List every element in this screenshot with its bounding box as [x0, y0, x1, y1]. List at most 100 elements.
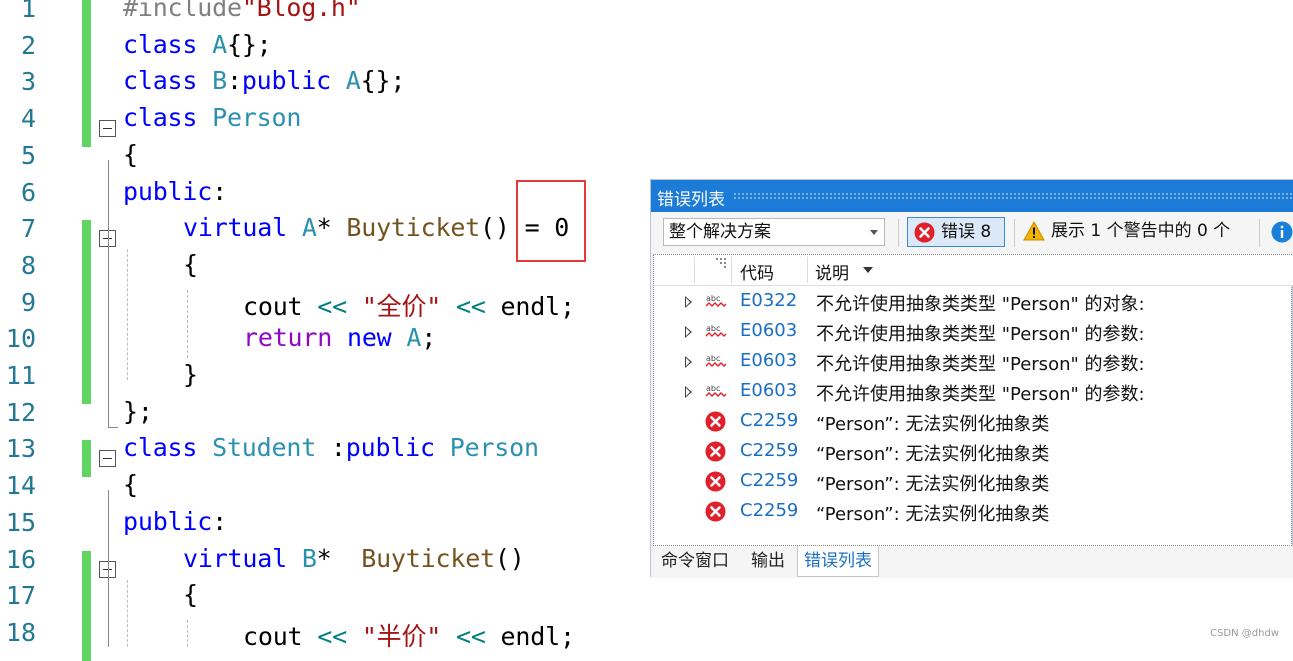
error-description: 不允许使用抽象类类型 "Person" 的参数:: [816, 384, 1145, 405]
code-token: <<: [455, 291, 486, 321]
error-icon: [914, 222, 935, 243]
change-indicator: [82, 220, 91, 258]
error-icon: [705, 441, 726, 466]
code-text: return new A;: [243, 323, 436, 352]
error-code[interactable]: C2259: [740, 500, 798, 521]
line-number: 17: [5, 581, 36, 611]
code-token: class: [123, 29, 213, 59]
code-token: Person: [449, 433, 539, 463]
code-text: {: [183, 580, 198, 609]
code-text: {: [123, 470, 138, 499]
code-token: Person: [212, 103, 302, 133]
error-code[interactable]: E0322: [740, 290, 797, 311]
line-number: 3: [20, 67, 36, 97]
sort-descending-icon[interactable]: [863, 267, 873, 273]
tab-error-list[interactable]: 错误列表: [797, 546, 879, 577]
errors-filter-button[interactable]: 错误 8: [907, 217, 1005, 247]
code-token: {: [183, 249, 198, 279]
error-row[interactable]: C2259 “Person”: 无法实例化抽象类: [654, 437, 1293, 467]
error-row[interactable]: abc E0603 不允许使用抽象类类型 "Person" 的参数:: [654, 377, 1293, 407]
code-token: };: [123, 396, 153, 426]
warnings-count-label: 展示 1 个警告中的 0 个: [1051, 221, 1231, 241]
error-code[interactable]: C2259: [740, 410, 798, 431]
collapse-icon[interactable]: [99, 450, 116, 468]
svg-text:abc: abc: [706, 384, 720, 393]
error-row[interactable]: C2259 “Person”: 无法实例化抽象类: [654, 467, 1293, 497]
error-icon: [705, 471, 726, 496]
info-icon[interactable]: [1271, 221, 1293, 243]
error-code[interactable]: E0603: [740, 320, 797, 341]
toolbar-separator: [1014, 219, 1015, 247]
error-description: “Person”: 无法实例化抽象类: [816, 474, 1050, 495]
code-line[interactable]: 18 cout << "半价" << endl;: [0, 618, 1293, 661]
header-separator: [694, 257, 695, 283]
code-text: #include"Blog.h": [123, 0, 361, 22]
toolbar-separator: [1259, 219, 1260, 247]
code-token: return: [243, 323, 347, 353]
code-line[interactable]: 4 class Person: [0, 103, 1293, 148]
error-row[interactable]: C2259 “Person”: 无法实例化抽象类: [654, 407, 1293, 437]
change-indicator: [82, 367, 91, 404]
change-indicator: [82, 623, 91, 661]
code-text: }: [183, 360, 198, 389]
warning-icon: [1023, 221, 1045, 241]
error-icon: [705, 501, 726, 526]
chevron-down-icon: [870, 230, 878, 235]
line-number: 12: [5, 397, 36, 427]
expand-arrow-icon[interactable]: [685, 386, 692, 398]
code-token: A: [406, 323, 422, 353]
column-header-code[interactable]: 代码: [740, 259, 774, 284]
line-number: 8: [20, 250, 36, 280]
code-token: virtual: [183, 543, 302, 573]
panel-title-bar[interactable]: 错误列表: [651, 180, 1293, 212]
code-text: {: [183, 250, 198, 279]
expand-arrow-icon[interactable]: [685, 296, 692, 308]
line-number: 14: [5, 471, 36, 501]
code-token: :: [226, 66, 242, 96]
line-number: 4: [20, 104, 36, 134]
error-code[interactable]: C2259: [740, 470, 798, 491]
outline-guide-end: [108, 427, 118, 428]
code-token: Student: [212, 433, 331, 463]
change-indicator: [82, 0, 91, 37]
error-row[interactable]: abc E0322 不允许使用抽象类类型 "Person" 的对象:: [654, 287, 1293, 317]
intellisense-squiggle-icon: abc: [705, 292, 727, 314]
error-row[interactable]: abc E0603 不允许使用抽象类类型 "Person" 的参数:: [654, 317, 1293, 347]
code-text: virtual B* Buyticket(): [183, 544, 525, 573]
collapse-icon[interactable]: [99, 120, 116, 138]
panel-title: 错误列表: [657, 190, 725, 210]
expand-arrow-icon[interactable]: [685, 326, 692, 338]
error-code[interactable]: E0603: [740, 380, 797, 401]
code-token: *: [316, 213, 347, 243]
code-line[interactable]: 17 {: [0, 580, 1293, 625]
header-separator: [807, 257, 808, 283]
error-icon: [705, 411, 726, 436]
code-text: public:: [123, 177, 227, 206]
tab-output[interactable]: 输出: [751, 546, 785, 576]
panel-tab-strip: 命令窗口 输出 错误列表: [651, 546, 1293, 578]
code-token: :: [212, 176, 227, 206]
line-number: 2: [20, 30, 36, 60]
code-token: *: [316, 543, 362, 573]
error-row[interactable]: C2259 “Person”: 无法实例化抽象类: [654, 497, 1293, 527]
column-grip-icon: [716, 258, 726, 268]
code-token: {: [183, 580, 198, 610]
code-token: #include: [123, 0, 242, 22]
code-token: {};: [360, 66, 406, 96]
expand-arrow-icon[interactable]: [685, 356, 692, 368]
error-code[interactable]: E0603: [740, 350, 797, 371]
code-token: class: [123, 433, 213, 463]
error-row[interactable]: abc E0603 不允许使用抽象类类型 "Person" 的参数:: [654, 347, 1293, 377]
scope-dropdown[interactable]: 整个解决方案: [663, 218, 885, 246]
tab-command-window[interactable]: 命令窗口: [661, 546, 729, 576]
line-number: 5: [20, 140, 36, 170]
code-token: Buyticket: [361, 543, 495, 573]
code-token: A: [301, 213, 317, 243]
error-code[interactable]: C2259: [740, 440, 798, 461]
code-text: public:: [123, 507, 227, 536]
column-header-description[interactable]: 说明: [815, 259, 849, 284]
code-token: B: [301, 543, 317, 573]
code-text: virtual A* Buyticket() = 0: [183, 213, 569, 242]
intellisense-squiggle-icon: abc: [705, 382, 727, 404]
change-indicator: [82, 73, 91, 111]
